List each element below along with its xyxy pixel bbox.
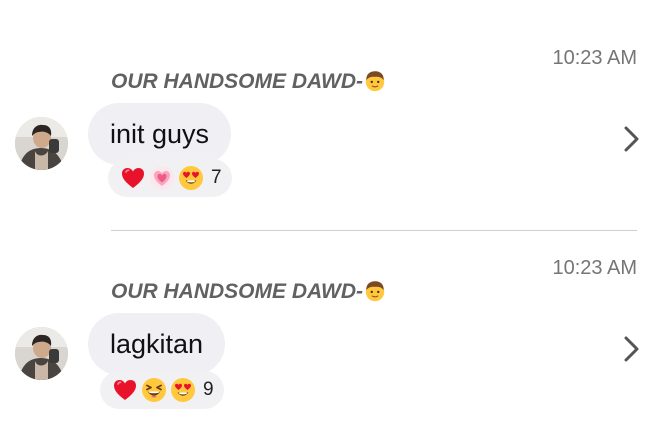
reaction-count: 9: [203, 379, 214, 400]
message-bubble[interactable]: init guys: [88, 103, 232, 165]
avatar[interactable]: [15, 117, 68, 170]
laughing-emoji-icon: [141, 377, 167, 403]
sender-name: OUR HANDSOME DAWD-: [111, 69, 387, 94]
sender-name-text: OUR HANDSOME DAWD-: [111, 280, 363, 303]
message-1[interactable]: 10:23 AM OUR HANDSOME DAWD- init guys 7: [0, 0, 667, 210]
timestamp: 10:23 AM: [552, 257, 637, 279]
timestamp: 10:23 AM: [552, 47, 637, 69]
avatar-photo-icon: [15, 117, 68, 170]
sender-name-text: OUR HANDSOME DAWD-: [111, 70, 363, 93]
heart-eyes-emoji-icon: [170, 377, 196, 403]
reactions-bar[interactable]: 7: [108, 159, 232, 197]
reactions-bar[interactable]: 9: [100, 371, 224, 409]
man-emoji-icon: [363, 279, 387, 303]
red-heart-emoji-icon: [120, 165, 146, 191]
chevron-right-icon[interactable]: [621, 334, 643, 364]
avatar[interactable]: [15, 327, 68, 380]
sender-name: OUR HANDSOME DAWD-: [111, 279, 387, 304]
man-emoji-icon: [363, 69, 387, 93]
chevron-right-icon[interactable]: [621, 124, 643, 154]
message-bubble[interactable]: lagkitan: [88, 313, 226, 375]
heart-eyes-emoji-icon: [178, 165, 204, 191]
red-heart-emoji-icon: [112, 377, 138, 403]
message-2[interactable]: 10:23 AM OUR HANDSOME DAWD- lagkitan 9: [0, 210, 667, 420]
avatar-photo-icon: [15, 327, 68, 380]
sparkling-heart-emoji-icon: [149, 165, 175, 191]
reaction-count: 7: [211, 167, 222, 188]
